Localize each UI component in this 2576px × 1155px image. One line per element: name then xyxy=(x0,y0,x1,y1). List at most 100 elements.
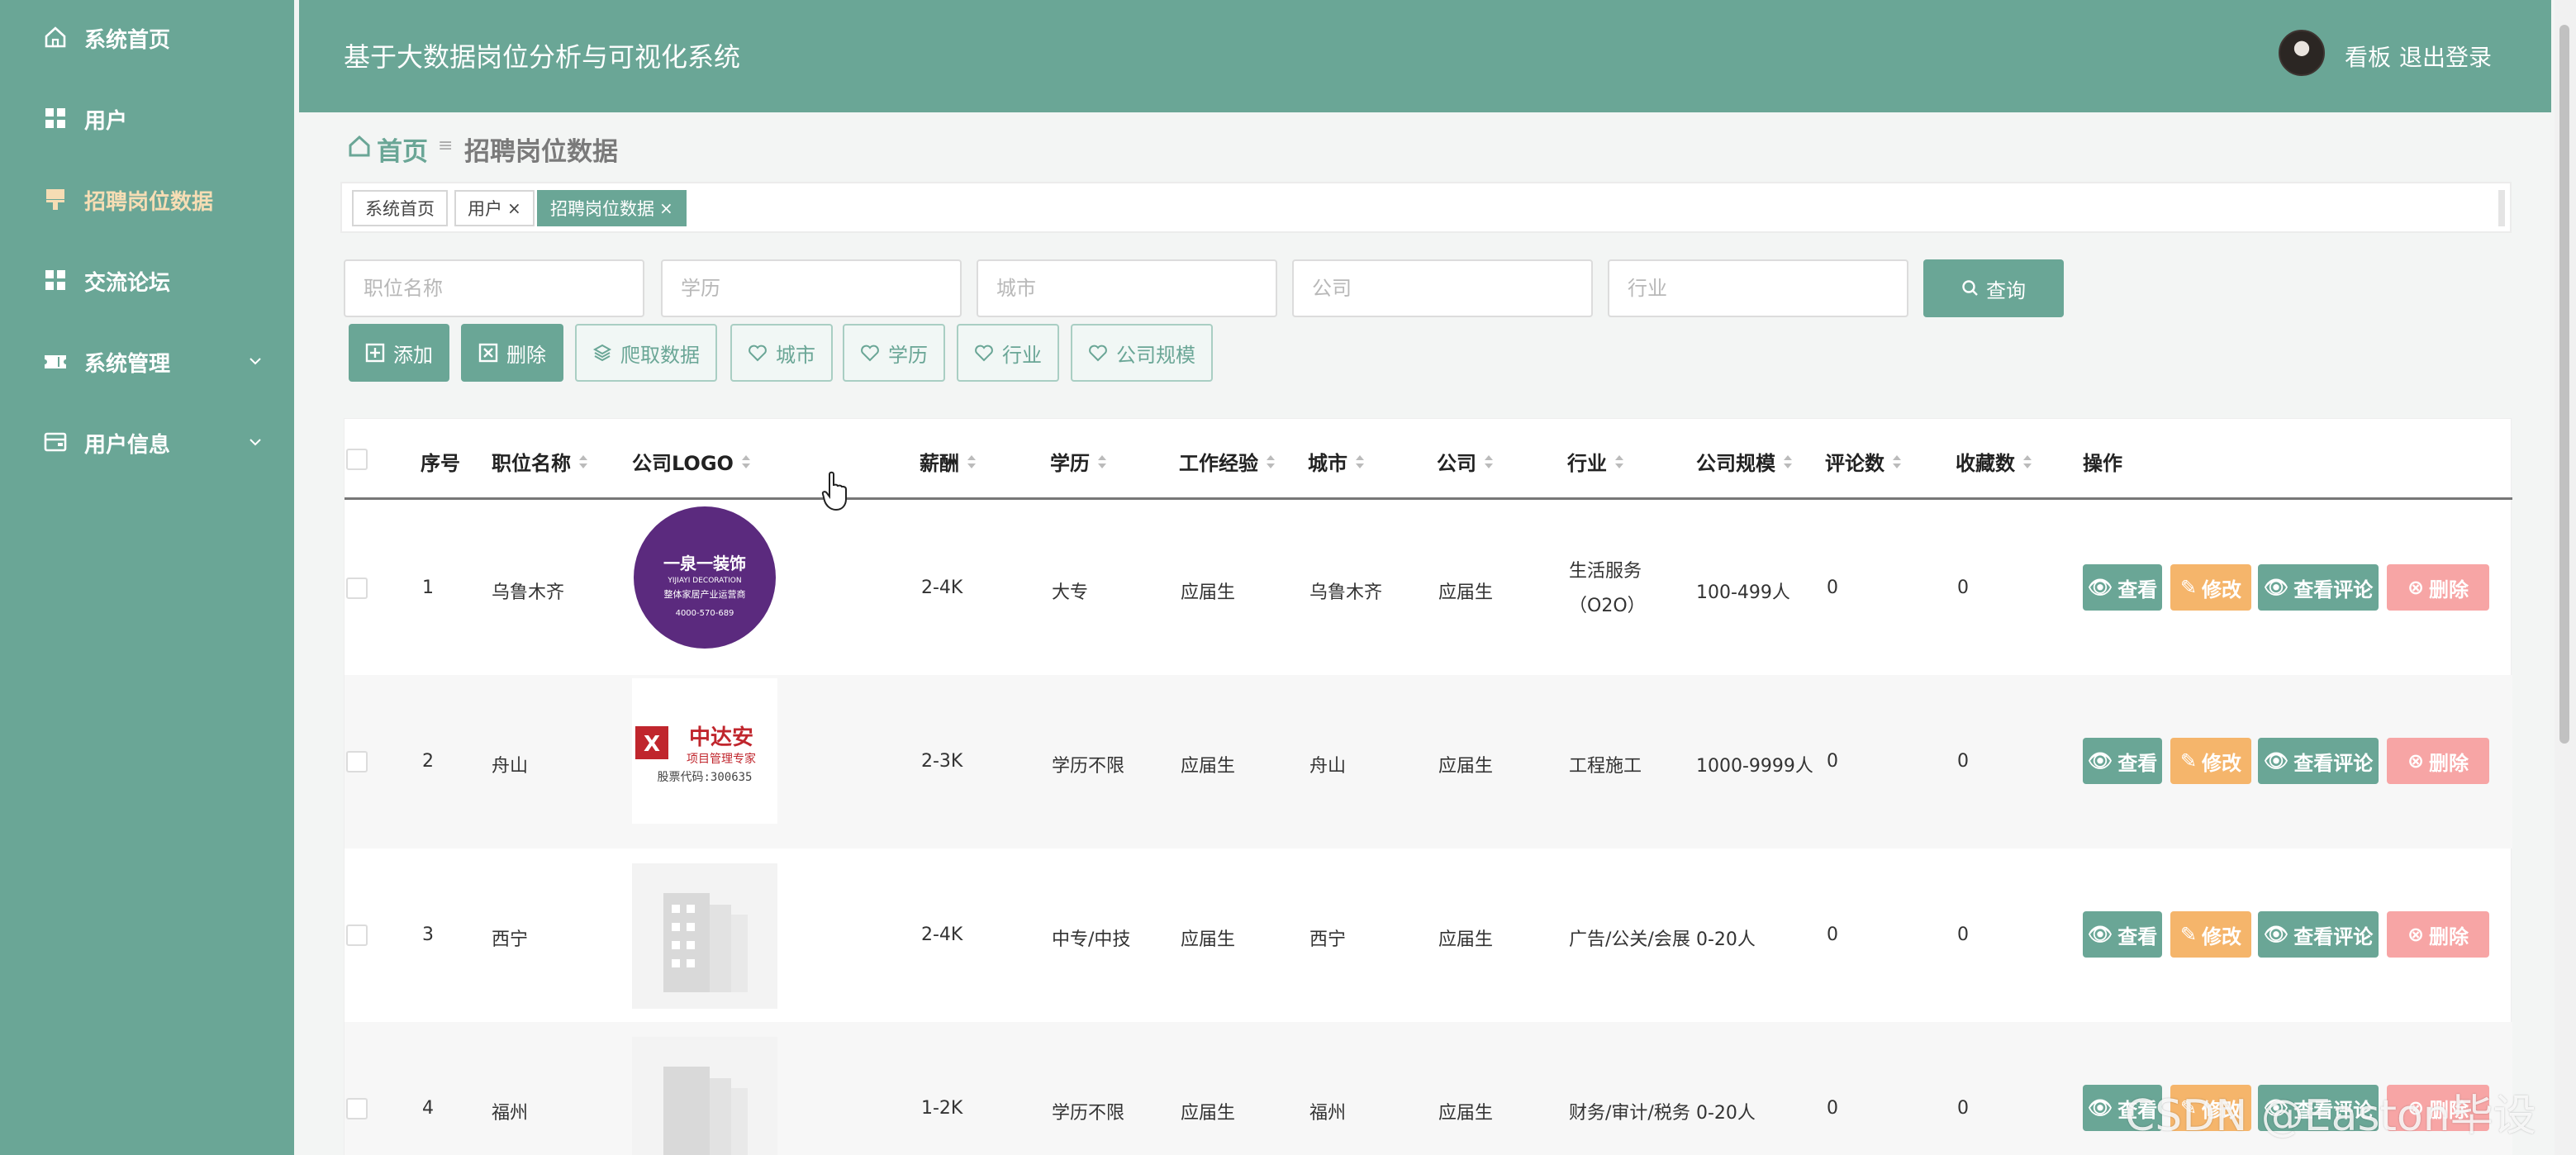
tags-scrollbar[interactable] xyxy=(2498,190,2505,226)
cell-city: 乌鲁木齐 xyxy=(1309,582,1383,603)
education-chart-button[interactable]: 学历 xyxy=(843,324,945,382)
wallet-icon xyxy=(44,432,67,452)
heart-icon xyxy=(1089,345,1107,362)
header-favorites[interactable]: 收藏数 xyxy=(1956,447,2033,476)
row-delete-button[interactable]: ⊗ 删除 xyxy=(2387,738,2489,784)
avatar[interactable] xyxy=(2279,30,2325,76)
view-comments-button[interactable]: 👁 查看评论 xyxy=(2258,738,2379,784)
eye-icon: 👁 xyxy=(2087,1096,2113,1119)
breadcrumb-home[interactable]: 首页 xyxy=(377,131,428,168)
close-circle-icon: ⊗ xyxy=(2407,576,2425,599)
view-button[interactable]: 👁 查看 xyxy=(2083,738,2162,784)
cell-salary: 2-4K xyxy=(921,924,963,945)
query-button-label: 查询 xyxy=(1986,278,2026,302)
svg-text:4000-570-689: 4000-570-689 xyxy=(676,609,734,618)
edit-button[interactable]: ✎ 修改 xyxy=(2170,911,2251,958)
company-logo-image: X 中达安 项目管理专家 股票代码:300635 xyxy=(635,725,756,784)
header-salary[interactable]: 薪酬 xyxy=(920,447,977,476)
add-button[interactable]: 添加 xyxy=(349,324,449,382)
view-button[interactable]: 👁 查看 xyxy=(2083,564,2162,611)
header-experience[interactable]: 工作经验 xyxy=(1179,447,1276,476)
add-icon xyxy=(365,343,385,363)
view-button[interactable]: 👁 查看 xyxy=(2083,911,2162,958)
cell-company: 应届生 xyxy=(1438,1103,1494,1124)
city-chart-button[interactable]: 城市 xyxy=(730,324,833,382)
cell-scale: 0-20人 xyxy=(1696,929,1756,950)
header-city[interactable]: 城市 xyxy=(1308,447,1366,476)
company-logo-image: 一泉一装饰 YIJIAYI DECORATION 整体家居产业运营商 4000-… xyxy=(634,506,776,649)
header-logo[interactable]: 公司LOGO xyxy=(632,447,752,476)
company-input[interactable] xyxy=(1292,259,1593,317)
cell-salary: 2-4K xyxy=(921,578,963,598)
close-icon[interactable]: × xyxy=(659,198,673,218)
header-actions: 操作 xyxy=(2083,452,2122,475)
header-job[interactable]: 职位名称 xyxy=(492,447,589,476)
job-name-input[interactable] xyxy=(344,259,644,317)
cell-comments: 0 xyxy=(1827,1098,1838,1119)
header-comments[interactable]: 评论数 xyxy=(1825,447,1903,476)
cell-city: 舟山 xyxy=(1309,756,1347,777)
header-scale[interactable]: 公司规模 xyxy=(1696,447,1794,476)
cell-education: 中专/中技 xyxy=(1052,929,1131,950)
company-logo: X 中达安 项目管理专家 股票代码:300635 xyxy=(632,678,777,824)
logout-link[interactable]: 退出登录 xyxy=(2399,40,2492,73)
heart-icon xyxy=(749,345,767,362)
delete-button[interactable]: 删除 xyxy=(461,324,563,382)
sidebar-item-user-info[interactable]: 用户信息 xyxy=(0,405,294,479)
header-education[interactable]: 学历 xyxy=(1050,447,1108,476)
chevron-down-icon xyxy=(250,439,261,446)
row-checkbox[interactable] xyxy=(346,751,368,772)
close-icon[interactable]: × xyxy=(507,198,521,218)
sidebar-item-home[interactable]: 系统首页 xyxy=(0,0,294,74)
svg-text:中达安: 中达安 xyxy=(689,725,753,750)
city-input[interactable] xyxy=(977,259,1277,317)
tags-bar: 系统首页 用户 × 招聘岗位数据 × xyxy=(340,182,2512,233)
brush-icon xyxy=(46,189,64,210)
edit-button[interactable]: ✎ 修改 xyxy=(2170,738,2251,784)
home-icon xyxy=(45,26,66,48)
cell-salary: 1-2K xyxy=(921,1098,963,1119)
sort-icon xyxy=(1485,454,1493,468)
cell-scale: 0-20人 xyxy=(1696,1103,1756,1124)
industry-input[interactable] xyxy=(1608,259,1908,317)
education-input[interactable] xyxy=(661,259,962,317)
query-button[interactable]: 查询 xyxy=(1923,259,2064,317)
header-industry[interactable]: 行业 xyxy=(1567,447,1625,476)
crawl-data-button[interactable]: 爬取数据 xyxy=(575,324,717,382)
select-all-checkbox[interactable] xyxy=(346,449,368,470)
row-delete-button[interactable]: ⊗ 删除 xyxy=(2387,564,2489,611)
cell-industry: 工程施工 xyxy=(1569,756,1642,777)
cell-job: 乌鲁木齐 xyxy=(492,582,565,603)
edit-button[interactable]: ✎ 修改 xyxy=(2170,564,2251,611)
row-checkbox[interactable] xyxy=(346,578,368,599)
chevron-down-icon xyxy=(250,358,261,365)
tag-home[interactable]: 系统首页 xyxy=(352,190,448,226)
table-row: 3 西宁 2-4K 中专/中技 应届生 西宁 应届生 广告/公关/会展 0-20… xyxy=(345,848,2512,1022)
breadcrumb-separator: ≡ xyxy=(438,135,454,156)
board-link[interactable]: 看板 xyxy=(2345,40,2391,73)
view-comments-button[interactable]: 👁 查看评论 xyxy=(2258,564,2379,611)
sidebar-item-system[interactable]: 系统管理 xyxy=(0,324,294,398)
tag-users[interactable]: 用户 × xyxy=(454,190,535,226)
cell-industry: 生活服务（O2O） xyxy=(1569,561,1646,616)
cell-experience: 应届生 xyxy=(1181,1103,1236,1124)
tag-jobs[interactable]: 招聘岗位数据 × xyxy=(537,190,687,226)
sidebar-item-forum[interactable]: 交流论坛 xyxy=(0,243,294,317)
cell-experience: 应届生 xyxy=(1181,929,1236,950)
view-comments-button[interactable]: 👁 查看评论 xyxy=(2258,911,2379,958)
company-scale-chart-button[interactable]: 公司规模 xyxy=(1071,324,1213,382)
sidebar-item-label: 用户 xyxy=(84,109,128,134)
industry-chart-button[interactable]: 行业 xyxy=(957,324,1059,382)
header-company[interactable]: 公司 xyxy=(1437,447,1495,476)
sort-icon xyxy=(1098,454,1106,468)
sidebar-item-users[interactable]: 用户 xyxy=(0,81,294,155)
sidebar-item-jobs[interactable]: 招聘岗位数据 xyxy=(0,162,294,236)
page-scrollbar-thumb[interactable] xyxy=(2559,25,2569,744)
row-checkbox[interactable] xyxy=(346,1098,368,1119)
row-checkbox[interactable] xyxy=(346,924,368,946)
tag-label: 招聘岗位数据 xyxy=(550,199,654,219)
row-delete-button[interactable]: ⊗ 删除 xyxy=(2387,911,2489,958)
cell-favorites: 0 xyxy=(1957,751,1969,772)
cell-comments: 0 xyxy=(1827,751,1838,772)
heart-icon xyxy=(975,345,993,362)
